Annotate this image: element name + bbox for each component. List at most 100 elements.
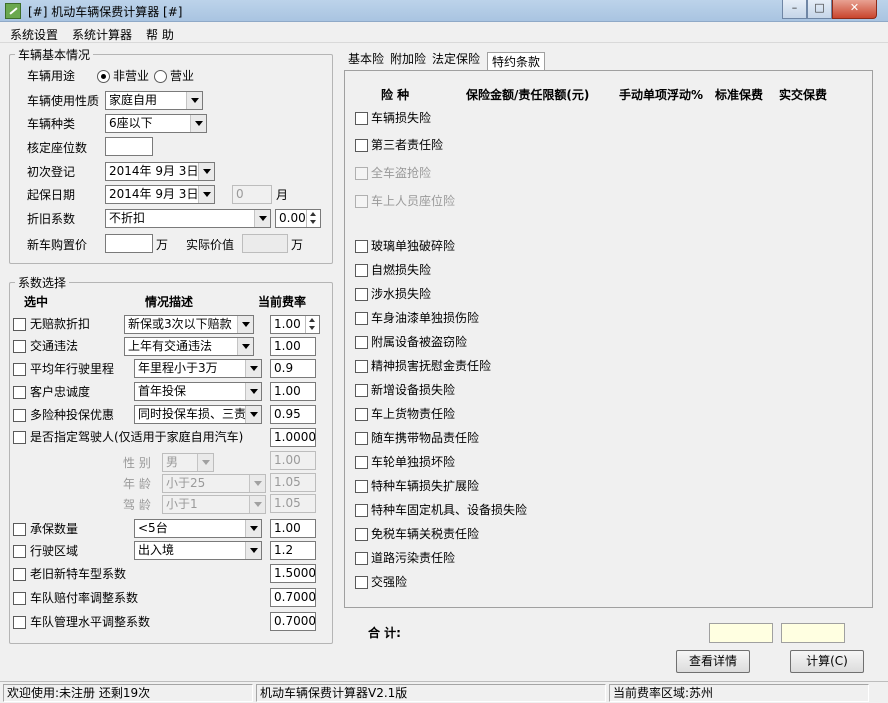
customer-loyalty-select[interactable]: 首年投保	[134, 382, 262, 401]
policy-count-rate[interactable]: 1.00	[270, 519, 316, 538]
depreciation-number-value: 0.00	[279, 211, 306, 225]
old-new-model-rate[interactable]: 1.5000	[270, 564, 316, 583]
driving-years-rate: 1.05	[270, 494, 316, 513]
insurance-checkbox[interactable]	[355, 112, 368, 125]
insurance-checkbox[interactable]	[355, 408, 368, 421]
driving-region-rate[interactable]: 1.2	[270, 541, 316, 560]
checkbox-driving-region[interactable]	[13, 545, 26, 558]
no-claim-value: 新保或3次以下赔款	[128, 317, 232, 331]
depreciation-select[interactable]: 不折扣	[105, 209, 271, 228]
designated-driver-rate[interactable]: 1.0000	[270, 428, 316, 447]
status-registration: 欢迎使用:未注册 还剩19次	[3, 684, 253, 702]
annual-mileage-rate[interactable]: 0.9	[270, 359, 316, 378]
coefficient-legend: 系数选择	[18, 276, 67, 290]
nature-select[interactable]: 家庭自用	[105, 91, 203, 110]
insurance-checkbox[interactable]	[355, 504, 368, 517]
tab-basic[interactable]: 基本险	[348, 50, 384, 70]
reg-date-picker[interactable]: 2014年 9月 3日	[105, 162, 215, 181]
customer-loyalty-rate[interactable]: 1.00	[270, 382, 316, 401]
no-claim-select[interactable]: 新保或3次以下赔款	[124, 315, 254, 334]
insurance-checkbox[interactable]	[355, 456, 368, 469]
traffic-violation-select[interactable]: 上年有交通违法	[124, 337, 254, 356]
traffic-violation-rate[interactable]: 1.00	[270, 337, 316, 356]
checkbox-annual-mileage[interactable]	[13, 363, 26, 376]
insurance-label: 特种车固定机具、设备损失险	[371, 503, 528, 517]
checkbox-fleet-management[interactable]	[13, 616, 26, 629]
chevron-down-icon	[190, 115, 206, 132]
seats-input[interactable]	[105, 137, 153, 156]
checkbox-multi-insurance[interactable]	[13, 409, 26, 422]
insurance-checkbox[interactable]	[355, 139, 368, 152]
designated-driver-label: 是否指定驾驶人(仅适用于家庭自用汽车)	[30, 430, 244, 444]
total-label: 合 计:	[368, 626, 401, 640]
start-date-picker[interactable]: 2014年 9月 3日	[105, 185, 215, 204]
calculate-button[interactable]: 计算(C)	[790, 650, 864, 673]
menu-system-settings[interactable]: 系统设置	[10, 26, 58, 43]
menu-help[interactable]: 帮 助	[146, 26, 174, 43]
fleet-management-rate[interactable]: 0.7000	[270, 612, 316, 631]
chevron-down-icon	[245, 520, 261, 537]
chevron-down-icon	[245, 406, 261, 423]
status-rate-region: 当前费率区域:苏州	[609, 684, 869, 702]
insurance-label: 交强险	[371, 575, 408, 589]
tab-special-terms[interactable]: 特约条款	[487, 52, 546, 71]
driving-years-select[interactable]: 小于1	[162, 495, 266, 514]
driving-region-select[interactable]: 出入境	[134, 541, 262, 560]
checkbox-traffic-violation[interactable]	[13, 340, 26, 353]
view-details-button[interactable]: 查看详情	[676, 650, 750, 673]
checkbox-old-new-model[interactable]	[13, 568, 26, 581]
insurance-checkbox[interactable]	[355, 576, 368, 589]
radio-commercial[interactable]	[154, 70, 167, 83]
annual-mileage-select[interactable]: 年里程小于3万	[134, 359, 262, 378]
months-input[interactable]: 0	[232, 185, 272, 204]
tab-additional[interactable]: 附加险	[390, 50, 426, 70]
customer-loyalty-value: 首年投保	[138, 384, 187, 398]
depreciation-number[interactable]: 0.00	[275, 209, 321, 228]
insurance-checkbox[interactable]	[355, 312, 368, 325]
insurance-checkbox[interactable]	[355, 384, 368, 397]
checkbox-fleet-claim-ratio[interactable]	[13, 592, 26, 605]
insurance-checkbox[interactable]	[355, 336, 368, 349]
spinner-icon[interactable]	[306, 210, 320, 227]
close-button[interactable]: ✕	[832, 0, 877, 19]
insurance-checkbox[interactable]	[355, 480, 368, 493]
tab-statutory[interactable]: 法定保险	[432, 50, 480, 70]
checkbox-customer-loyalty[interactable]	[13, 386, 26, 399]
driver-age-select[interactable]: 小于25	[162, 474, 266, 493]
fleet-claim-ratio-rate[interactable]: 0.7000	[270, 588, 316, 607]
chevron-down-icon	[245, 383, 261, 400]
insurance-checkbox[interactable]	[355, 432, 368, 445]
radio-commercial-label: 营业	[170, 69, 195, 83]
checkbox-policy-count[interactable]	[13, 523, 26, 536]
insurance-checkbox[interactable]	[355, 528, 368, 541]
multi-insurance-select[interactable]: 同时投保车损、三责	[134, 405, 262, 424]
new-price-input[interactable]	[105, 234, 153, 253]
radio-non-commercial[interactable]	[97, 70, 110, 83]
policy-count-select[interactable]: <5台	[134, 519, 262, 538]
fleet-claim-ratio-label: 车队赔付率调整系数	[30, 591, 139, 605]
menu-system-calculator[interactable]: 系统计算器	[72, 26, 132, 43]
insurance-label: 车身油漆单独损伤险	[371, 311, 480, 325]
maximize-button[interactable]: □	[807, 0, 832, 19]
insurance-checkbox[interactable]	[355, 360, 368, 373]
type-select[interactable]: 6座以下	[105, 114, 207, 133]
header-selected: 选中	[24, 295, 49, 309]
insurance-checkbox[interactable]	[355, 552, 368, 565]
insurance-label: 道路污染责任险	[371, 551, 456, 565]
insurance-panel: 险 种 保险金额/责任限额(元) 手动单项浮动% 标准保费 实交保费 车辆损失险…	[344, 70, 873, 608]
insurance-checkbox[interactable]	[355, 240, 368, 253]
fleet-management-label: 车队管理水平调整系数	[30, 615, 151, 629]
actual-value-field	[242, 234, 288, 253]
driver-gender-select[interactable]: 男	[162, 453, 214, 472]
checkbox-no-claim[interactable]	[13, 318, 26, 331]
multi-insurance-rate[interactable]: 0.95	[270, 405, 316, 424]
insurance-checkbox[interactable]	[355, 264, 368, 277]
spinner-icon[interactable]	[305, 316, 319, 333]
chevron-down-icon	[197, 454, 213, 471]
window-title: [#] 机动车辆保费计算器 [#]	[28, 5, 183, 19]
new-price-label: 新车购置价	[27, 238, 88, 252]
minimize-button[interactable]: –	[782, 0, 807, 19]
no-claim-rate[interactable]: 1.00	[270, 315, 320, 334]
insurance-checkbox[interactable]	[355, 288, 368, 301]
checkbox-designated-driver[interactable]	[13, 431, 26, 444]
